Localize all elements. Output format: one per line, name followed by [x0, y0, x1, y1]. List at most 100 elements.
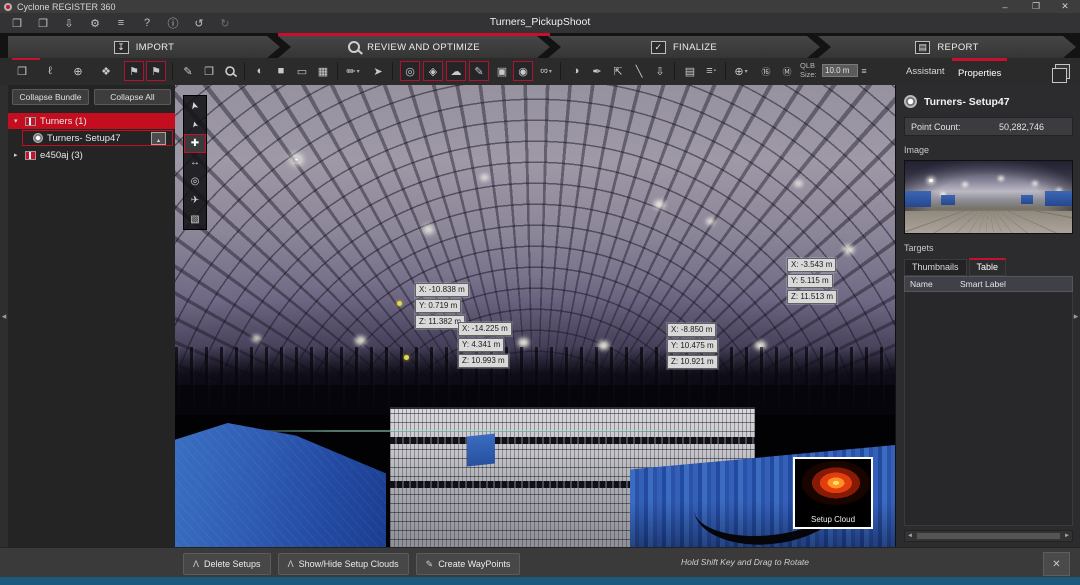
report-document-icon: ▤ — [915, 41, 930, 54]
pan-tool-icon[interactable]: ✚ — [184, 134, 206, 153]
targets-tab-thumbnails[interactable]: Thumbnails — [904, 259, 967, 276]
workflow-tab-review-and-optimize[interactable]: REVIEW AND OPTIMIZE — [278, 36, 550, 58]
pin-edit-icon[interactable]: ✒ — [587, 61, 607, 81]
geotag-pin-icon[interactable]: ◉ — [513, 61, 533, 81]
collapse-all-button[interactable]: Collapse All — [94, 89, 171, 105]
minimize-button[interactable]: – — [992, 0, 1018, 13]
annotate-pen-icon[interactable]: ✎ — [469, 61, 489, 81]
targets-tab-table[interactable]: Table — [969, 258, 1007, 276]
scroll-left-arrow-icon[interactable]: ◄ — [905, 533, 915, 539]
target-tool-icon[interactable]: ◎ — [400, 61, 420, 81]
setup-image-icon[interactable]: ▴ — [151, 132, 166, 145]
point-count-row: Point Count: 50,282,746 — [904, 117, 1073, 136]
multi-pick-cursor-icon[interactable]: ➤ — [368, 61, 388, 81]
workflow-tab-import[interactable]: ↧ IMPORT — [8, 36, 280, 58]
image-view-icon[interactable]: ▦ — [313, 61, 333, 81]
eraser-tool-icon[interactable]: ✎ — [178, 61, 198, 81]
cloud-density-max-icon[interactable]: Ⓜ — [777, 61, 797, 81]
links-paperclip-tab-icon[interactable]: ℓ — [40, 61, 60, 81]
axes-tool-icon[interactable]: ⇱ — [608, 61, 628, 81]
zoom-window-icon[interactable] — [220, 61, 240, 81]
setup-panorama-thumbnail[interactable] — [904, 160, 1073, 234]
assets-tab-icon[interactable]: ❖ — [96, 61, 116, 81]
expand-right-arrow-icon[interactable]: ▸ — [1074, 311, 1079, 322]
tree-item-turners-setup47[interactable]: Turners- Setup47 ▴ — [22, 130, 173, 146]
right-panel-expand-strip[interactable]: ▸ — [1072, 85, 1080, 547]
orbit-view-icon[interactable]: ◎ — [184, 172, 206, 191]
distance-measure-icon[interactable]: ↔ — [184, 153, 206, 172]
workflow-tab-label: IMPORT — [136, 42, 175, 53]
scroll-right-arrow-icon[interactable]: ► — [1062, 533, 1072, 539]
sphere-view-icon[interactable]: ◑ — [566, 61, 586, 81]
fly-navigation-icon[interactable]: ✈ — [184, 191, 206, 210]
column-name: Name — [905, 279, 960, 289]
setup-cloud-splat-image — [796, 460, 870, 512]
review-magnifier-icon — [348, 41, 360, 53]
tag-tool-icon[interactable]: ◈ — [423, 61, 443, 81]
finalize-checkbox-icon: ✓ — [651, 41, 666, 54]
workflow-bar: ↧ IMPORT REVIEW AND OPTIMIZE ✓ FINALIZE … — [0, 33, 1080, 58]
app-logo-icon — [4, 3, 12, 11]
measure-tool-icon[interactable]: ✏▾ — [343, 61, 363, 81]
web-globe-tab-icon[interactable]: ⊕ — [68, 61, 88, 81]
collapse-bundle-button[interactable]: Collapse Bundle — [12, 89, 89, 105]
list-options-icon[interactable]: ≡▪ — [701, 61, 721, 81]
bottom-blue-strip — [0, 577, 1080, 585]
pano-lights — [929, 179, 933, 182]
measurement-z: Z: 10.921 m — [667, 355, 718, 369]
duplicate-view-icon[interactable]: ❐ — [199, 61, 219, 81]
measurement-y: Y: 10.475 m — [667, 339, 718, 353]
targets-section-label: Targets — [904, 243, 1073, 253]
panel-flag-right-icon[interactable]: ⚑ — [146, 61, 166, 81]
camera-tool-icon[interactable]: ▣ — [492, 61, 512, 81]
pano-blue-curtain — [1021, 195, 1033, 204]
cube-view-icon[interactable]: ▧ — [184, 210, 206, 229]
link-setups-icon[interactable]: ∞▾ — [536, 61, 556, 81]
measurement-y: Y: 0.719 m — [415, 299, 461, 313]
setup-cloud-preview[interactable]: Setup Cloud — [793, 457, 873, 529]
limit-box-icon[interactable]: ■ — [271, 61, 291, 81]
workflow-tab-finalize[interactable]: ✓ FINALIZE — [548, 36, 820, 58]
tab-assistant[interactable]: Assistant — [900, 58, 951, 85]
cloud-density-16-icon[interactable]: ⑯ — [756, 61, 776, 81]
panel-flag-left-icon[interactable]: ⚑ — [124, 61, 144, 81]
qlb-size-input[interactable] — [822, 64, 858, 77]
project-tab-indicator — [12, 58, 40, 60]
workflow-tab-report[interactable]: ▤ REPORT — [818, 36, 1076, 58]
maximize-button[interactable]: ❐ — [1023, 0, 1049, 13]
pano-floor — [905, 211, 1072, 233]
project-explorer-tab-icon[interactable]: ❒ — [12, 61, 32, 81]
workflow-tab-label: REPORT — [937, 42, 978, 53]
tab-properties[interactable]: Properties — [952, 58, 1007, 85]
point-cloud-viewport[interactable]: ➤ ➤ ✚ ↔ ◎ ✈ ▧ X: -10.838 m Y: 0.719 m Z:… — [175, 85, 895, 547]
targets-table-body[interactable] — [904, 292, 1073, 526]
caret-right-icon[interactable]: ▸ — [14, 151, 21, 159]
line-tool-icon[interactable]: ╲ — [629, 61, 649, 81]
tree-item-e450aj-bundle[interactable]: ▸ e450aj (3) — [8, 147, 175, 163]
collapse-left-arrow-icon[interactable]: ◂ — [2, 311, 7, 322]
measurement-z: Z: 10.993 m — [458, 354, 509, 368]
scrollbar-thumb[interactable] — [917, 533, 1060, 539]
export-box-icon[interactable]: ⇩ — [650, 61, 670, 81]
pano-view-icon[interactable]: ▭ — [292, 61, 312, 81]
tree-item-turners-bundle[interactable]: ▾ Turners (1) — [8, 113, 175, 129]
dismiss-bar-button[interactable]: ✕ — [1043, 552, 1070, 576]
qlb-stepper-icon[interactable]: ≡ — [858, 61, 870, 81]
pano-card-icon[interactable]: ▤ — [680, 61, 700, 81]
delete-setups-button[interactable]: Λ Delete Setups — [183, 553, 271, 575]
close-button[interactable]: ✕ — [1052, 0, 1078, 13]
pen-icon: ✎ — [426, 559, 434, 570]
setup-station-icon — [904, 95, 917, 108]
blue-tarp-center — [467, 434, 495, 467]
view-options-icon[interactable]: ⊕▾ — [731, 61, 751, 81]
show-hide-setup-clouds-button[interactable]: Λ Show/Hide Setup Clouds — [278, 553, 409, 575]
cloud-tool-icon[interactable]: ☁ — [446, 61, 466, 81]
create-waypoints-button[interactable]: ✎ Create WayPoints — [416, 553, 521, 575]
targets-horizontal-scrollbar[interactable]: ◄ ► — [904, 530, 1073, 542]
project-title: Turners_PickupShoot — [0, 16, 1080, 28]
point-color-icon[interactable]: ◐ — [250, 61, 270, 81]
layout-windows-icon[interactable] — [1055, 64, 1070, 79]
left-panel-collapse-strip[interactable]: ◂ — [0, 85, 8, 547]
caret-down-icon[interactable]: ▾ — [14, 117, 21, 125]
project-tree-panel: Collapse Bundle Collapse All ▾ Turners (… — [8, 85, 176, 547]
